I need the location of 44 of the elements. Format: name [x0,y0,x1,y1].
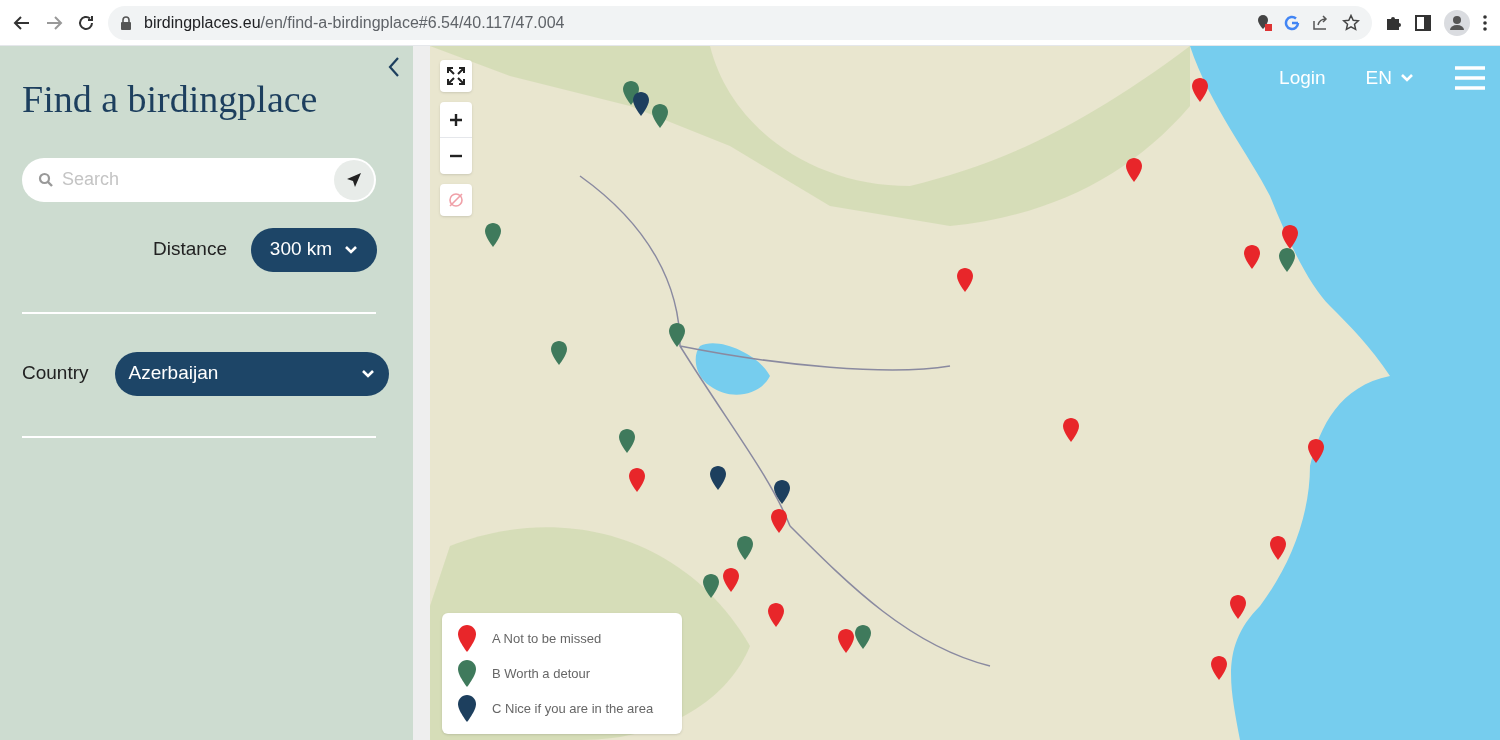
map-pin-icon[interactable] [737,536,753,560]
location-button[interactable] [440,184,472,216]
country-label: Country [22,361,89,386]
share-icon[interactable] [1312,14,1330,31]
profile-icon[interactable] [1444,9,1470,36]
chevron-down-icon [360,368,375,379]
map-pin-icon[interactable] [485,223,501,247]
map-pin-icon[interactable] [551,341,567,365]
map-pin-icon[interactable] [619,429,635,453]
search-icon [38,171,54,188]
location-blocked-icon[interactable] [1256,13,1272,32]
chevron-down-icon [1400,73,1414,84]
side-panel-icon[interactable] [1414,13,1432,32]
fullscreen-button[interactable] [440,60,472,92]
map-pin-icon[interactable] [855,625,871,649]
expand-icon [446,66,466,86]
legend-label: A Not to be missed [492,629,602,648]
navigation-arrow-icon [346,171,362,188]
location-off-icon [447,191,465,209]
url-text: birdingplaces.eu/en/find-a-birdingplace#6.54/40.117/47.004 [144,12,565,33]
distance-dropdown[interactable]: 300 km [251,227,377,272]
map-pin-icon[interactable] [633,92,649,116]
legend-label: B Worth a detour [492,664,591,683]
country-dropdown[interactable]: Azerbaijan [114,351,389,396]
google-icon[interactable] [1284,14,1300,31]
map-pin-icon[interactable] [623,81,639,105]
star-icon[interactable] [1342,13,1360,32]
map-pin-icon[interactable] [1279,248,1295,272]
map-pin-icon[interactable] [774,480,790,504]
map-pin-icon[interactable] [652,104,668,128]
more-icon[interactable] [1482,13,1488,32]
collapse-icon[interactable] [387,56,401,78]
map-drawing[interactable]: Login EN A Not to be missed B Worth a detour C Nice if you are in the area [430,46,1500,740]
legend-label: C Nice if you are in the area [492,699,654,718]
map-pin-icon[interactable] [703,574,719,598]
lock-icon [120,15,132,30]
page-title: Find a birdingplace [22,77,319,122]
search-field[interactable]: Search [22,157,376,202]
map-pin-icon[interactable] [710,466,726,490]
address-bar[interactable]: birdingplaces.eu/en/find-a-birdingplace#6.54/40.117/47.004 [108,5,1372,40]
chevron-down-icon [344,244,359,255]
distance-label: Distance [153,237,227,262]
map-pin-icon[interactable] [669,323,685,347]
plus-icon [449,112,463,127]
